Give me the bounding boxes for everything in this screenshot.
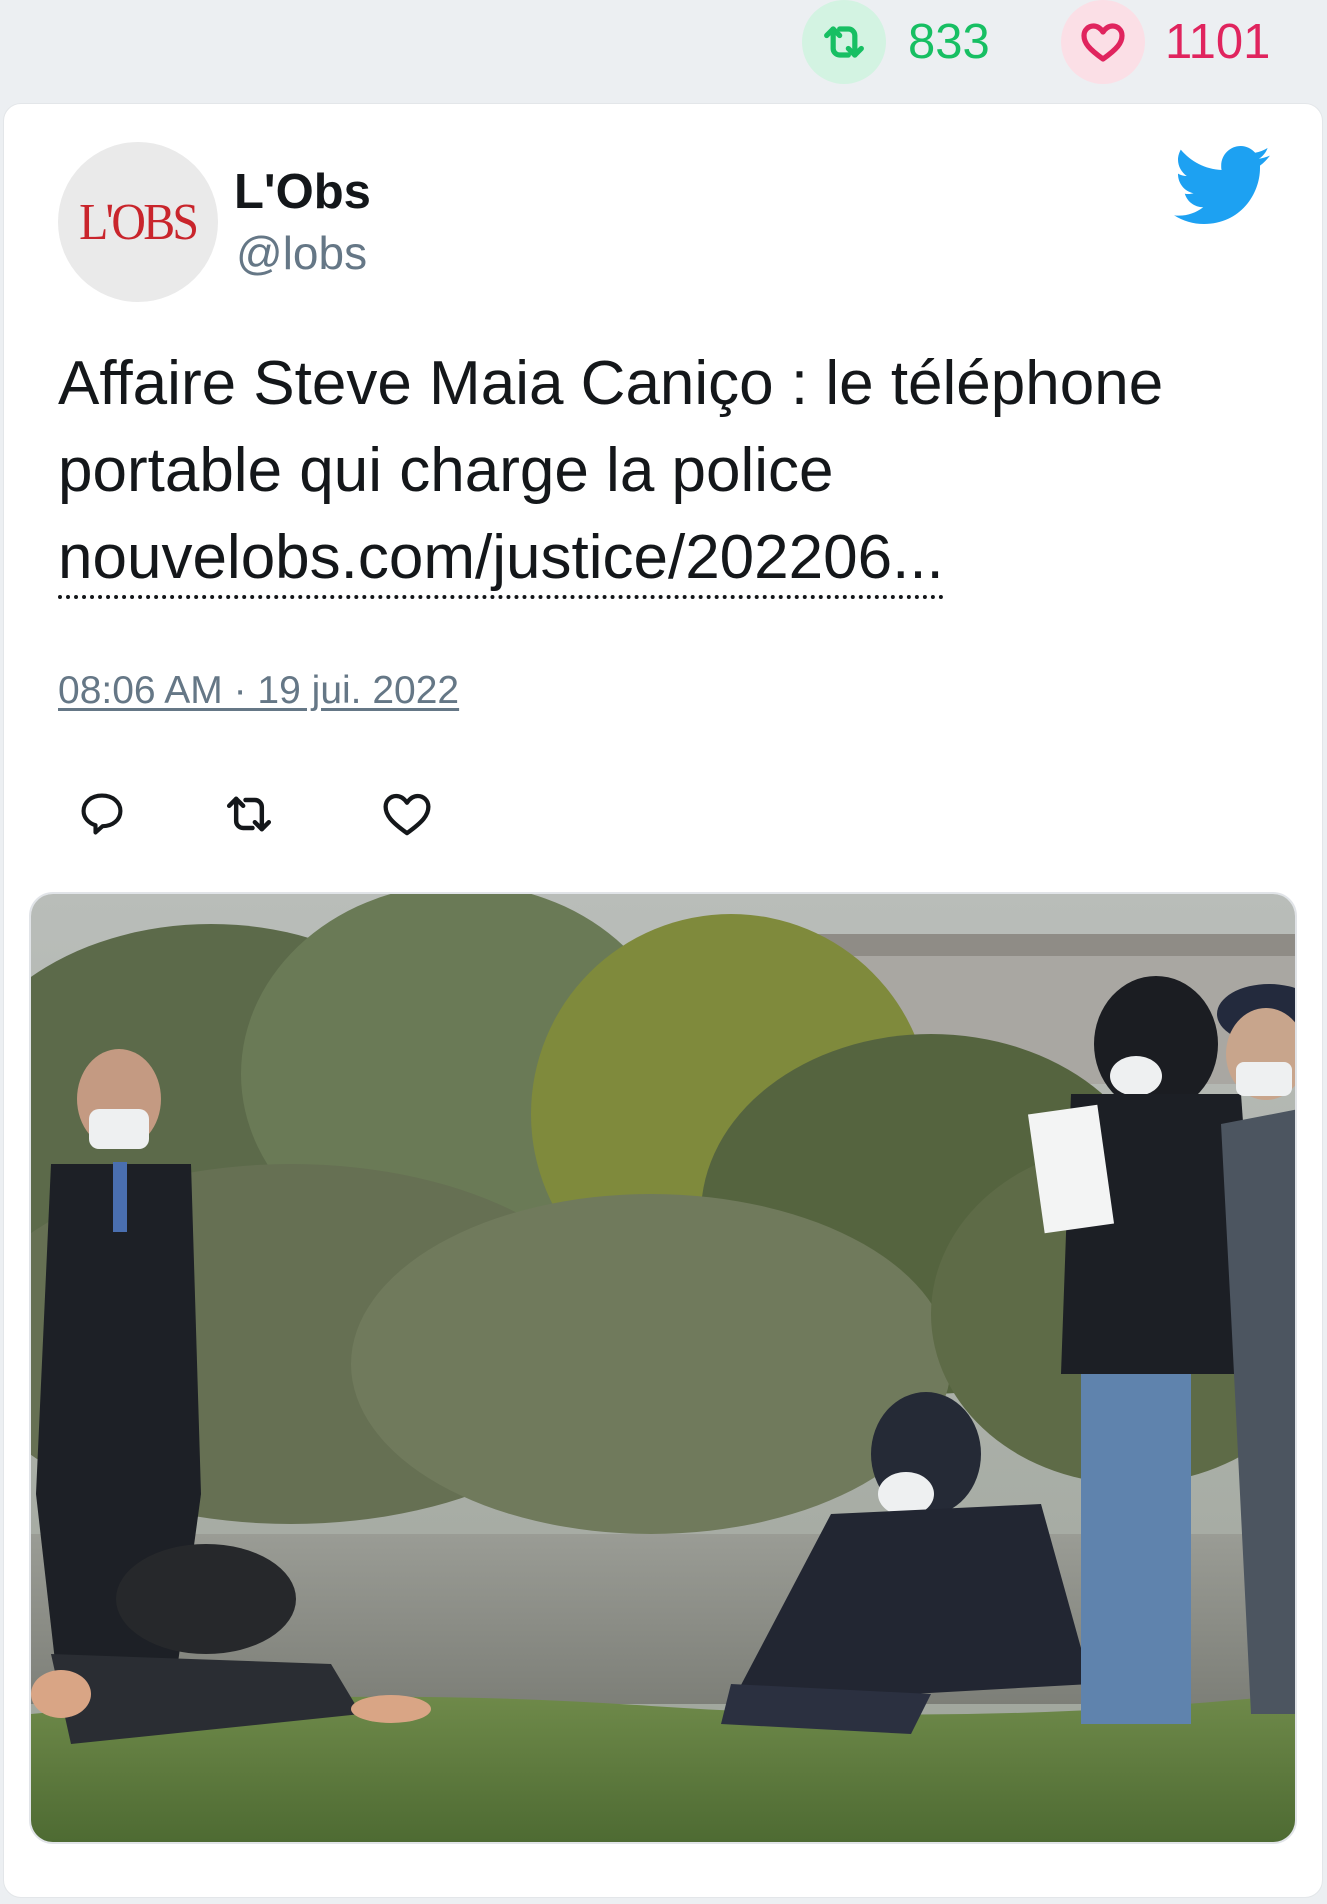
retweet-icon[interactable] — [802, 0, 886, 84]
tweet-photo[interactable] — [29, 892, 1297, 1844]
like-stat[interactable]: 1101 — [1061, 0, 1270, 84]
like-count: 1101 — [1165, 14, 1271, 69]
retweet-stat[interactable]: 833 — [802, 0, 990, 84]
retweet-button[interactable] — [219, 784, 279, 844]
retweet-count: 833 — [908, 14, 990, 69]
photo-scene — [31, 894, 1295, 1842]
user-handle[interactable]: @lobs — [236, 226, 367, 280]
avatar[interactable]: L'OBS — [58, 142, 218, 302]
reply-button[interactable] — [72, 784, 132, 844]
avatar-logo: L'OBS — [79, 193, 199, 251]
like-button[interactable] — [377, 784, 437, 844]
article-link[interactable]: nouvelobs.com/justice/202206... — [58, 521, 944, 599]
reply-icon — [81, 793, 123, 835]
heart-icon[interactable] — [1061, 0, 1145, 84]
timestamp-link[interactable]: 08:06 AM · 19 jui. 2022 — [58, 669, 459, 713]
display-name[interactable]: L'Obs — [234, 164, 371, 220]
twitter-bird-icon[interactable] — [1174, 146, 1270, 226]
retweet-icon — [226, 796, 272, 832]
tweet-text: Affaire Steve Maia Caniço : le téléphone… — [58, 340, 1278, 601]
heart-icon — [383, 793, 431, 836]
tweet-card: L'OBS L'Obs @lobs Affaire Steve Maia Can… — [3, 103, 1323, 1898]
engagement-stats: 833 1101 — [0, 0, 1327, 100]
tweet-body: Affaire Steve Maia Caniço : le téléphone… — [58, 349, 1164, 505]
